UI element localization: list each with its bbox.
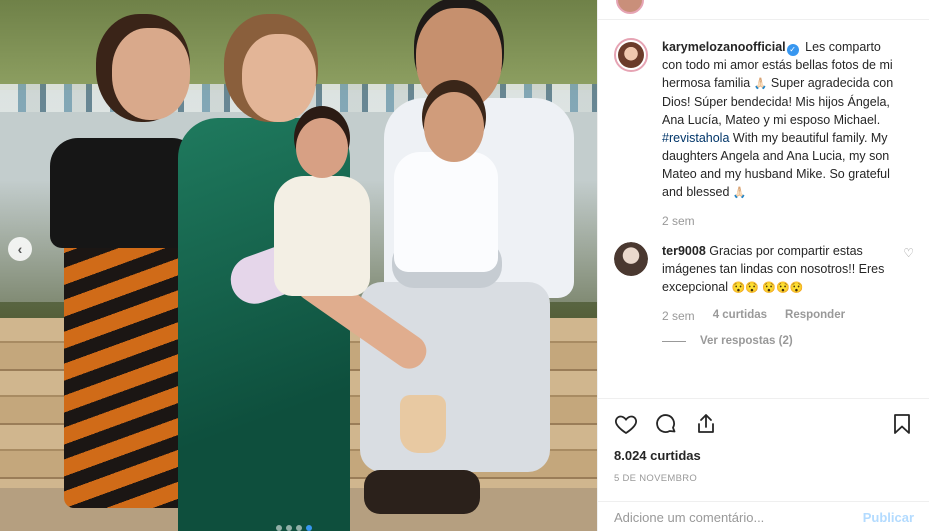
verified-badge-icon: ✓ <box>786 44 799 56</box>
photo-figure <box>112 28 190 120</box>
photo-figure <box>364 470 480 514</box>
publish-button[interactable]: Publicar <box>863 510 914 525</box>
praying-hands-emoji-icon: 🙏🏻 <box>753 78 768 90</box>
share-icon[interactable] <box>694 412 718 436</box>
bookmark-icon[interactable] <box>890 412 914 436</box>
post-side-panel: karymelozanoofficial ✓ Les comparto con t… <box>597 0 929 531</box>
header-avatar[interactable] <box>616 0 644 14</box>
comment-username[interactable]: ter9008 <box>662 244 706 258</box>
small-heart-icon[interactable]: ♡ <box>903 246 914 323</box>
carousel-dot-active <box>306 525 312 531</box>
photo-figure <box>394 152 498 272</box>
post-caption: karymelozanoofficial ✓ Les comparto con t… <box>614 38 914 228</box>
carousel-dot <box>286 525 292 531</box>
photo-figure <box>242 34 316 122</box>
caption-text: karymelozanoofficial ✓ Les comparto con t… <box>662 38 902 202</box>
post-header <box>598 0 929 20</box>
comment-text: ter9008 Gracias por compartir estas imág… <box>662 242 889 297</box>
photo-figure <box>296 118 348 178</box>
caption-username[interactable]: karymelozanoofficial <box>662 40 786 54</box>
praying-hands-emoji-icon: 🙏🏻 <box>732 187 747 199</box>
post-date: 5 DE NOVEMBRO <box>614 473 698 484</box>
reply-button[interactable]: Responder <box>785 309 845 323</box>
caption-time[interactable]: 2 sem <box>662 214 695 228</box>
photo-figure <box>274 176 370 296</box>
carousel-dot <box>276 525 282 531</box>
comment-bubble-icon[interactable] <box>654 412 678 436</box>
astonished-emoji-icon: 😯😯 <box>731 282 759 294</box>
astonished-emoji-icon: 😯😯😯 <box>762 282 804 294</box>
carousel-dot <box>296 525 302 531</box>
comment-time[interactable]: 2 sem <box>662 309 695 323</box>
heart-icon[interactable] <box>614 412 638 436</box>
hashtag-link[interactable]: #revistahola <box>662 131 729 145</box>
carousel-dots <box>276 525 312 531</box>
post-photo[interactable]: ‹ <box>0 0 597 531</box>
post-actions: 8.024 curtidas 5 DE NOVEMBRO Publicar <box>598 398 929 531</box>
comments-section[interactable]: karymelozanoofficial ✓ Les comparto con t… <box>598 20 929 398</box>
photo-figure <box>360 282 550 472</box>
carousel-prev-button[interactable]: ‹ <box>8 237 32 261</box>
avatar[interactable] <box>614 38 648 72</box>
photo-figure <box>424 92 484 162</box>
comment-composer: Publicar <box>598 501 929 531</box>
view-replies-label: Ver respostas (2) <box>700 335 793 347</box>
comment-item: ter9008 Gracias por compartir estas imág… <box>614 242 914 323</box>
comment-likes[interactable]: 4 curtidas <box>713 309 767 323</box>
comment-input[interactable] <box>614 509 863 525</box>
likes-count[interactable]: 8.024 curtidas <box>614 448 914 463</box>
avatar[interactable] <box>614 242 648 276</box>
replies-divider <box>662 340 686 342</box>
view-replies-button[interactable]: Ver respostas (2) <box>662 335 914 347</box>
photo-figure <box>400 395 446 453</box>
chevron-left-icon: ‹ <box>17 241 23 257</box>
